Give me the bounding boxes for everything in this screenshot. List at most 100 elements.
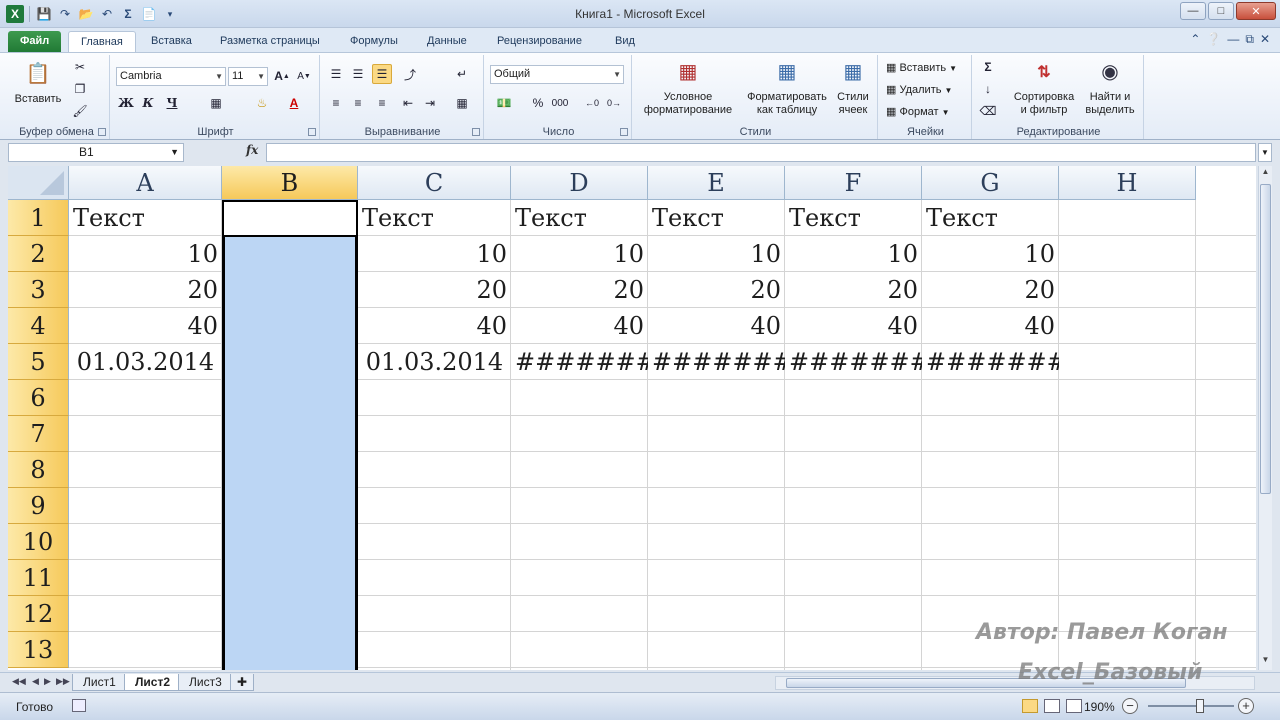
doc-close-icon[interactable]: ✕	[1260, 32, 1270, 47]
zoom-in-icon[interactable]: +	[1238, 698, 1254, 714]
scroll-down-icon[interactable]: ▼	[1259, 655, 1272, 669]
vertical-scroll-thumb[interactable]	[1260, 184, 1271, 494]
active-cell[interactable]	[222, 200, 358, 237]
tab-insert[interactable]: Вставка	[139, 31, 204, 52]
select-all-button[interactable]	[8, 166, 69, 200]
sheet-tab-1[interactable]: Лист1	[72, 674, 127, 691]
align-right-icon[interactable]: ≡	[372, 93, 392, 113]
insert-cells-button[interactable]: ▦ Вставить ▼	[886, 61, 957, 74]
tab-page-layout[interactable]: Разметка страницы	[208, 31, 332, 52]
merge-center-icon[interactable]: ▦	[452, 93, 472, 113]
font-size-select[interactable]: 11 ▼	[228, 67, 268, 86]
cell-e4[interactable]: 40	[648, 308, 785, 344]
decrease-indent-icon[interactable]: ⇤	[398, 93, 418, 113]
align-top-icon[interactable]: ☰	[326, 64, 346, 84]
row-header-11[interactable]: 11	[8, 560, 69, 596]
cell-f1[interactable]: Текст	[785, 200, 922, 236]
cell-g1[interactable]: Текст	[922, 200, 1059, 236]
cell-a5[interactable]: 01.03.2014	[69, 344, 222, 380]
zoom-slider[interactable]	[1148, 705, 1234, 707]
sort-filter-button[interactable]: ⇅ Сортировка и фильтр	[1006, 57, 1082, 117]
zoom-out-icon[interactable]: −	[1122, 698, 1138, 714]
row-header-6[interactable]: 6	[8, 380, 69, 416]
cell-d3[interactable]: 20	[511, 272, 648, 308]
cell-c1[interactable]: Текст	[358, 200, 511, 236]
cell-d5[interactable]: #######	[511, 344, 648, 380]
cell-f2[interactable]: 10	[785, 236, 922, 272]
page-break-view-icon[interactable]	[1066, 699, 1082, 713]
cell-d2[interactable]: 10	[511, 236, 648, 272]
paste-button[interactable]: 📋 Вставить	[10, 59, 66, 106]
font-name-select[interactable]: Cambria ▼	[116, 67, 226, 86]
cell-c3[interactable]: 20	[358, 272, 511, 308]
next-sheet-icon[interactable]: ▶	[44, 676, 51, 687]
underline-button[interactable]: Ч	[162, 93, 182, 113]
cell-styles-button[interactable]: ▦ Стили ячеек	[830, 57, 876, 117]
cell-e2[interactable]: 10	[648, 236, 785, 272]
row-header-4[interactable]: 4	[8, 308, 69, 344]
row-header-3[interactable]: 3	[8, 272, 69, 308]
vertical-scrollbar[interactable]: ▲ ▼	[1258, 166, 1272, 670]
cell-c4[interactable]: 40	[358, 308, 511, 344]
tab-file[interactable]: Файл	[8, 31, 62, 52]
page-layout-view-icon[interactable]	[1044, 699, 1060, 713]
increase-indent-icon[interactable]: ⇥	[420, 93, 440, 113]
bold-button[interactable]: Ж	[116, 93, 136, 113]
grow-font-icon[interactable]: A ▲	[272, 66, 292, 86]
cell-c2[interactable]: 10	[358, 236, 511, 272]
cell-a2[interactable]: 10	[69, 236, 222, 272]
format-cells-button[interactable]: ▦ Формат ▼	[886, 105, 950, 118]
cell-g2[interactable]: 10	[922, 236, 1059, 272]
insert-sheet-icon[interactable]: ✚	[230, 674, 255, 691]
cell-a3[interactable]: 20	[69, 272, 222, 308]
number-format-select[interactable]: Общий ▼	[490, 65, 624, 84]
worksheet-grid[interactable]: Текст Текст Текст Текст Текст Текст 10 10 10 10 10…	[8, 166, 1256, 670]
cell-f3[interactable]: 20	[785, 272, 922, 308]
close-button[interactable]: ✕	[1236, 2, 1276, 20]
macro-record-icon[interactable]	[72, 699, 86, 712]
first-sheet-icon[interactable]: ◀◀	[12, 676, 26, 687]
row-header-13[interactable]: 13	[8, 632, 69, 668]
insert-function-button[interactable]: fx	[246, 143, 258, 157]
row-header-5[interactable]: 5	[8, 344, 69, 380]
tab-home[interactable]: Главная	[68, 31, 136, 52]
row-header-7[interactable]: 7	[8, 416, 69, 452]
cell-f4[interactable]: 40	[785, 308, 922, 344]
row-header-1[interactable]: 1	[8, 200, 69, 236]
zoom-level[interactable]: 190%	[1084, 700, 1115, 714]
formula-input[interactable]	[266, 143, 1256, 162]
wrap-text-icon[interactable]: ↵	[452, 64, 472, 84]
currency-icon[interactable]: 💵	[494, 93, 514, 113]
align-left-icon[interactable]: ≡	[326, 93, 346, 113]
clear-icon[interactable]: ⌫	[978, 101, 998, 121]
find-select-button[interactable]: ◉ Найти и выделить	[1078, 57, 1142, 117]
cell-c5[interactable]: 01.03.2014	[358, 344, 511, 380]
format-painter-icon[interactable]: 🖌	[70, 101, 90, 121]
fill-icon[interactable]: ↓	[978, 79, 998, 99]
column-header-h[interactable]: H	[1059, 166, 1196, 200]
expand-formula-bar-icon[interactable]: ▼	[1258, 143, 1272, 162]
number-launcher-icon[interactable]	[620, 128, 628, 136]
cell-g3[interactable]: 20	[922, 272, 1059, 308]
cell-a4[interactable]: 40	[69, 308, 222, 344]
fill-color-icon[interactable]: ♨	[252, 93, 272, 113]
last-sheet-icon[interactable]: ▶▶	[56, 676, 70, 687]
clipboard-launcher-icon[interactable]	[98, 128, 106, 136]
column-header-b[interactable]: B	[222, 166, 358, 200]
doc-minimize-icon[interactable]: —	[1227, 32, 1239, 47]
cell-g4[interactable]: 40	[922, 308, 1059, 344]
zoom-slider-thumb[interactable]	[1196, 699, 1204, 713]
font-color-icon[interactable]: A	[284, 93, 304, 113]
align-bottom-icon[interactable]: ☰	[372, 64, 392, 84]
conditional-formatting-button[interactable]: ▦ Условное форматирование	[634, 57, 742, 117]
format-as-table-button[interactable]: ▦ Форматировать как таблицу	[742, 57, 832, 117]
sheet-tab-3[interactable]: Лист3	[178, 674, 233, 691]
tab-formulas[interactable]: Формулы	[338, 31, 410, 52]
copy-icon[interactable]: ❐	[70, 79, 90, 99]
minimize-ribbon-icon[interactable]: ⌃	[1190, 32, 1200, 47]
align-center-icon[interactable]: ≡	[348, 93, 368, 113]
cell-e5[interactable]: #######	[648, 344, 785, 380]
minimize-button[interactable]: —	[1180, 2, 1206, 20]
cut-icon[interactable]: ✂	[70, 57, 90, 77]
tab-review[interactable]: Рецензирование	[485, 31, 594, 52]
